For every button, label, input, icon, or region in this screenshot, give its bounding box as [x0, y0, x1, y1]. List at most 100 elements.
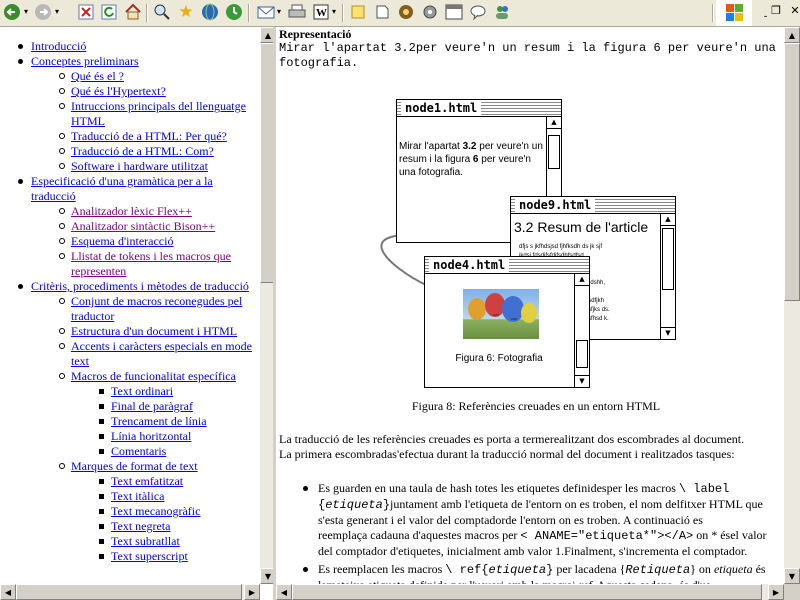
toc-item: Analitzador lèxic Flex++ — [0, 204, 260, 219]
print-icon[interactable] — [287, 2, 307, 22]
mail-icon[interactable] — [256, 2, 276, 22]
paragraph: La traducció de les referències creuades… — [279, 432, 745, 461]
close-button[interactable]: ✕ — [786, 1, 800, 19]
media-icon[interactable] — [200, 2, 220, 22]
toc-item: Accents i caràcters especials en mode te… — [0, 339, 260, 369]
forward-icon[interactable] — [33, 2, 53, 22]
toc-item: Software i hardware utilitzat — [0, 159, 260, 174]
discuss-icon[interactable] — [348, 2, 368, 22]
scroll-left-icon[interactable]: ◀ — [0, 584, 16, 600]
toc-link[interactable]: Conceptes preliminars — [31, 54, 139, 68]
toolbar-separator — [712, 4, 714, 22]
bullet-icon — [59, 373, 65, 379]
toc-link[interactable]: Qué és l'Hypertext? — [71, 84, 166, 98]
bullet-icon — [59, 103, 65, 109]
toc-link[interactable]: Text superscript — [111, 549, 188, 563]
toc-link[interactable]: Introducció — [31, 39, 86, 53]
edit-icon[interactable]: W — [311, 2, 331, 22]
figure-caption: Figura 8: Referències creuades en un ent… — [411, 399, 661, 413]
home-icon[interactable] — [123, 2, 143, 22]
messenger-icon[interactable] — [372, 2, 392, 22]
toc-link[interactable]: Analitzador lèxic Flex++ — [71, 204, 192, 218]
scroll-right-icon[interactable]: ▶ — [244, 584, 260, 600]
scroll-right-icon[interactable]: ▶ — [768, 584, 784, 600]
toc-link[interactable]: Software i hardware utilitzat — [71, 159, 208, 173]
toc-link[interactable]: Línia horitzontal — [111, 429, 191, 443]
scroll-thumb[interactable] — [16, 584, 242, 600]
toc-link[interactable]: Text ordinari — [111, 384, 173, 398]
scroll-down-icon: ▼ — [575, 375, 589, 387]
toc-link[interactable]: Analitzador sintàctic Bison++ — [71, 219, 215, 233]
bullet-icon — [99, 449, 104, 454]
scroll-up-icon[interactable]: ▲ — [784, 27, 800, 43]
bullet-icon — [99, 509, 104, 514]
toc-link[interactable]: Text negreta — [111, 519, 170, 533]
forward-dropdown-icon[interactable]: ▾ — [52, 2, 62, 22]
toc-link[interactable]: Marques de format de text — [71, 459, 198, 473]
toc-link[interactable]: Accents i caràcters especials en mode te… — [71, 339, 252, 368]
toc-link[interactable]: Especificació d'una gramàtica per a la t… — [31, 174, 213, 203]
research-icon[interactable] — [396, 2, 416, 22]
tools-icon[interactable] — [420, 2, 440, 22]
nav-horizontal-scrollbar[interactable]: ◀ ▶ — [0, 584, 260, 600]
toc-item: Línia horitzontal — [0, 429, 260, 444]
bullet-icon — [99, 524, 104, 529]
bullet-icon — [99, 494, 104, 499]
toc-item: Macros de funcionalitat específica — [0, 369, 260, 384]
content-horizontal-scrollbar[interactable]: ◀ ▶ — [276, 584, 784, 600]
toc-item: Text ordinari — [0, 384, 260, 399]
toc-link[interactable]: Final de paràgraf — [111, 399, 193, 413]
toc-link[interactable]: Esquema d'interacció — [71, 234, 173, 248]
toc-link[interactable]: Text mecanogràfic — [111, 504, 200, 518]
node1-text: Mirar l'apartat 3.2 per veure'n un resum… — [399, 141, 543, 178]
search-icon[interactable] — [152, 2, 172, 22]
favorites-icon[interactable]: ★ — [176, 2, 196, 22]
scroll-thumb[interactable] — [292, 584, 762, 600]
bullet-icon — [18, 44, 23, 49]
toc-link[interactable]: Critèris, procediments i mètodes de trad… — [31, 279, 249, 293]
svg-text:W: W — [316, 7, 327, 19]
toc-item: Trencament de línia — [0, 414, 260, 429]
content-vertical-scrollbar[interactable]: ▲ ▼ — [784, 27, 800, 584]
toc-link[interactable]: Text emfatitzat — [111, 474, 183, 488]
toc-link[interactable]: Conjunt de macros reconegudes pel traduc… — [71, 294, 242, 323]
toc-link[interactable]: Estructura d'un document i HTML — [71, 324, 237, 338]
history-icon[interactable] — [224, 2, 244, 22]
bullet-icon — [99, 389, 104, 394]
toc-item: Llistat de tokens i les macros que repre… — [0, 249, 260, 279]
navigation-frame: Introducció Conceptes preliminars Qué és e… — [0, 27, 276, 600]
toc-link[interactable]: Text itàlica — [111, 489, 164, 503]
toc-link[interactable]: Llistat de tokens i les macros que repre… — [71, 249, 231, 278]
toc-link[interactable]: Traducció de a HTML: Per qué? — [71, 129, 227, 143]
back-dropdown-icon[interactable]: ▾ — [21, 2, 31, 22]
messenger-people-icon[interactable] — [492, 2, 512, 22]
bullet-icon — [59, 238, 65, 244]
toc-link[interactable]: Text subratllat — [111, 534, 180, 548]
toc-link[interactable]: Traducció de a HTML: Com? — [71, 144, 214, 158]
bullet-icon — [59, 253, 65, 259]
back-icon[interactable] — [2, 2, 22, 22]
scroll-thumb[interactable] — [784, 43, 800, 301]
toc-link[interactable]: Intruccions principals del llenguatge HT… — [71, 99, 246, 128]
refresh-icon[interactable] — [99, 2, 119, 22]
list-item: Es guarden en una taula de hash totes le… — [276, 481, 767, 559]
chat-icon[interactable] — [468, 2, 488, 22]
stop-icon[interactable] — [76, 2, 96, 22]
toc-link[interactable]: Trencament de línia — [111, 414, 207, 428]
toc-link[interactable]: Macros de funcionalitat específica — [71, 369, 236, 383]
scroll-down-icon[interactable]: ▼ — [784, 568, 800, 584]
toc-link[interactable]: Qué és el ? — [71, 69, 124, 83]
toc-link[interactable]: Comentaris — [111, 444, 166, 458]
toc-item: Qué és el ? — [0, 69, 260, 84]
restore-button[interactable]: ❐ — [767, 1, 785, 19]
toc-item: Estructura d'un document i HTML — [0, 324, 260, 339]
edit-dropdown-icon[interactable]: ▾ — [330, 2, 338, 22]
node4-window: node4.html Figura 6: Fotografia ▲ ▼ — [424, 256, 590, 388]
window-scrollbar: ▲▼ — [660, 214, 675, 339]
toc-item: Comentaris — [0, 444, 260, 459]
mail-dropdown-icon[interactable]: ▾ — [275, 2, 283, 22]
window-icon[interactable] — [444, 2, 464, 22]
scroll-left-icon[interactable]: ◀ — [276, 584, 292, 600]
bullet-icon — [99, 554, 104, 559]
windows-logo-icon — [716, 0, 752, 26]
